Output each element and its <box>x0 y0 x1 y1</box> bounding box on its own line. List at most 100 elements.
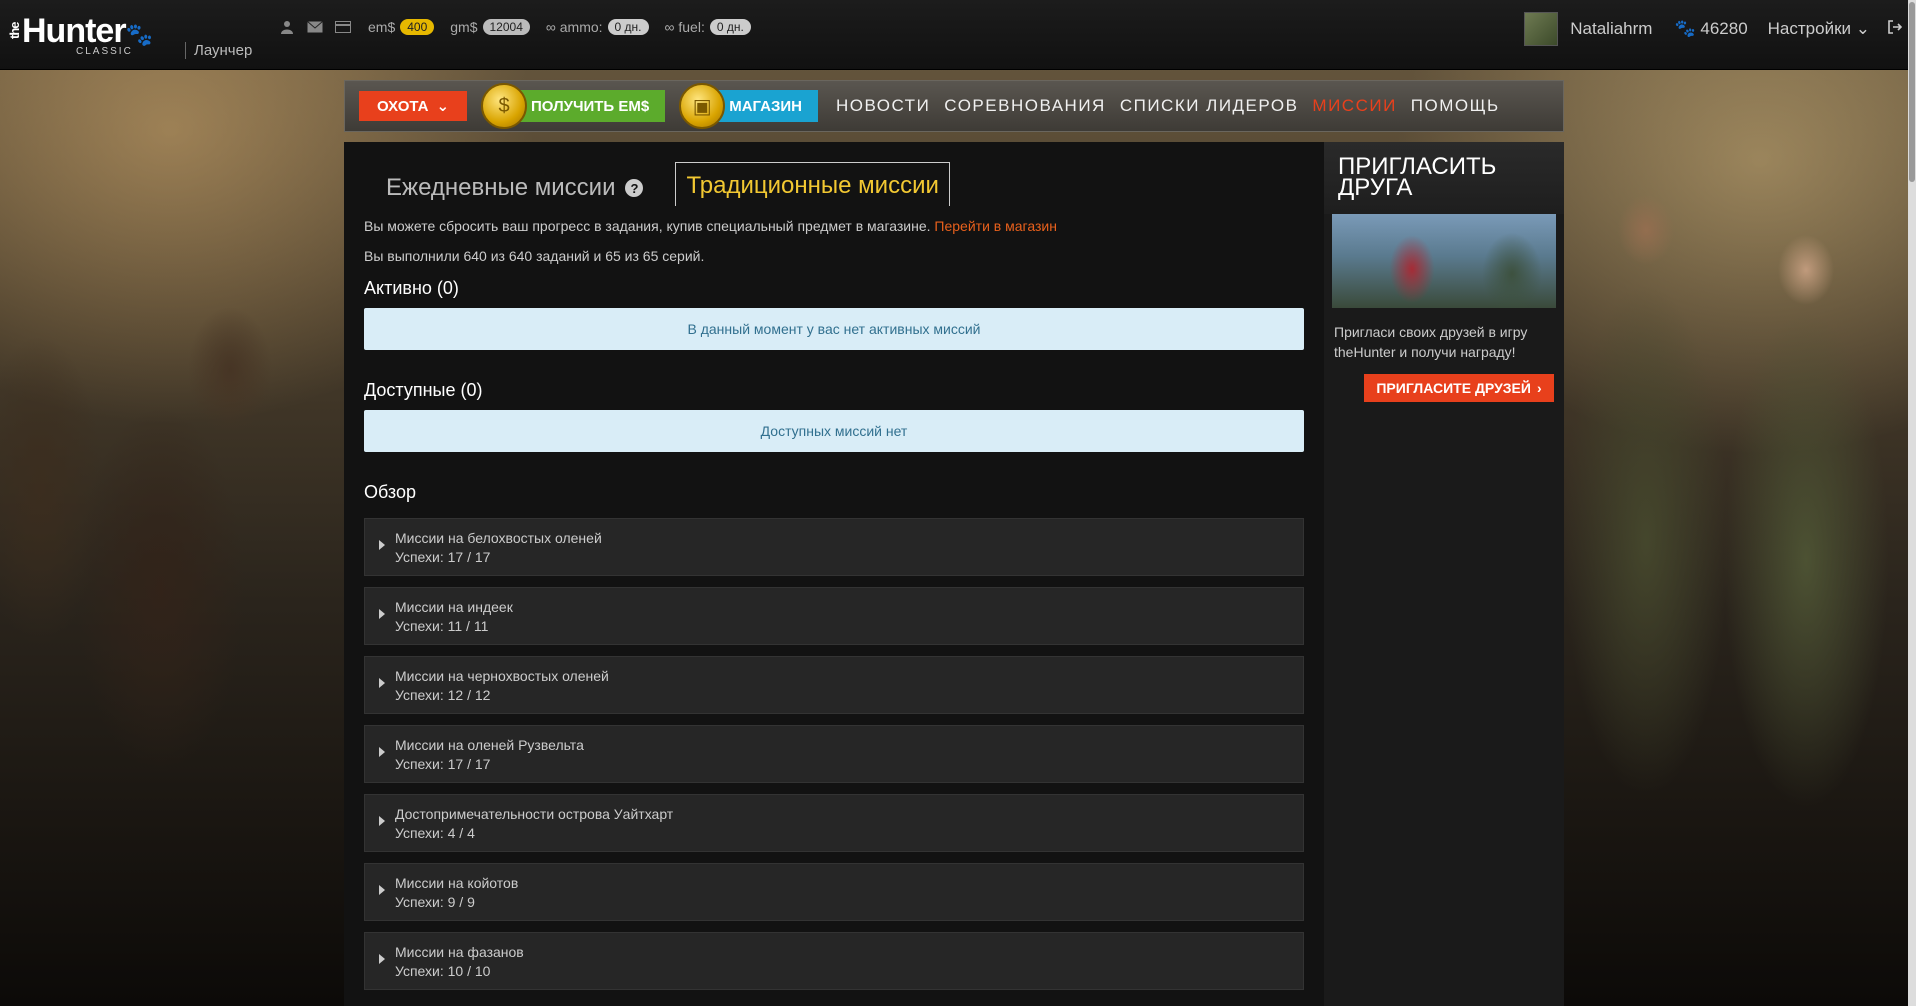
tab-traditional-missions[interactable]: Традиционные миссии <box>675 162 950 206</box>
go-to-shop-link[interactable]: Перейти в магазин <box>934 218 1057 234</box>
caret-right-icon <box>379 540 385 550</box>
mission-tabs: Ежедневные миссии ? Традиционные миссии <box>376 162 950 206</box>
mission-name: Миссии на койотов <box>395 875 519 891</box>
get-ems-button[interactable]: $ ПОЛУЧИТЬ EM$ <box>481 83 666 129</box>
reset-info: Вы можете сбросить ваш прогресс в задани… <box>364 218 1057 234</box>
mission-progress: Успехи: 10 / 10 <box>395 963 491 979</box>
list-item[interactable]: Миссии на оленей Рузвельта Успехи: 17 / … <box>364 725 1304 783</box>
overview-title: Обзор <box>364 482 416 502</box>
nav-leaderboards[interactable]: СПИСКИ ЛИДЕРОВ <box>1120 96 1299 116</box>
gm-label: gm$ <box>450 19 478 35</box>
caret-right-icon <box>379 816 385 826</box>
settings-label: Настройки <box>1767 19 1852 38</box>
ammo-status[interactable]: ∞ ammo: 0 дн. <box>546 19 649 35</box>
logo-text: Hunter <box>22 12 127 50</box>
page-scrollbar[interactable] <box>1908 0 1916 1006</box>
nav-missions[interactable]: МИССИИ <box>1312 96 1396 116</box>
ammo-label: ∞ ammo: <box>545 19 603 35</box>
completed-info: Вы выполнили 640 из 640 заданий и 65 из … <box>364 248 705 264</box>
caret-right-icon <box>379 609 385 619</box>
mission-name: Миссии на фазанов <box>395 944 524 960</box>
available-title: Доступные (0) <box>364 380 483 400</box>
fuel-status[interactable]: ∞ fuel: 0 дн. <box>665 19 751 35</box>
tab-daily-missions[interactable]: Ежедневные миссии ? <box>376 168 653 206</box>
em-label: em$ <box>368 19 396 35</box>
card-icon[interactable] <box>334 18 352 36</box>
mission-progress: Успехи: 4 / 4 <box>395 825 475 841</box>
top-status: em$ 400 gm$ 12004 ∞ ammo: 0 дн. ∞ fuel: … <box>278 18 751 36</box>
list-item[interactable]: Миссии на чернохвостых оленей Успехи: 12… <box>364 656 1304 714</box>
invite-image <box>1332 214 1556 308</box>
top-bar: theHunter🐾 CLASSIC Лаунчер em$ 400 gm$ 1… <box>0 0 1916 70</box>
nav-help[interactable]: ПОМОЩЬ <box>1411 96 1500 116</box>
help-icon[interactable]: ? <box>625 179 644 197</box>
list-item[interactable]: Миссии на фазанов Успехи: 10 / 10 <box>364 932 1304 990</box>
gm-balance: 12004 <box>482 19 530 35</box>
invite-button-label: ПРИГЛАСИТЕ ДРУЗЕЙ <box>1376 380 1531 396</box>
mission-name: Достопримечательности острова Уайтхарт <box>395 806 674 822</box>
list-item[interactable]: Миссии на белохвостых оленей Успехи: 17 … <box>364 518 1304 576</box>
list-item[interactable]: Миссии на индеек Успехи: 11 / 11 <box>364 587 1304 645</box>
caret-right-icon <box>379 954 385 964</box>
nav-news[interactable]: НОВОСТИ <box>836 96 930 116</box>
ammo-value: 0 дн. <box>607 19 649 35</box>
reset-info-text: Вы можете сбросить ваш прогресс в задани… <box>364 218 931 234</box>
logout-icon[interactable] <box>1888 19 1903 39</box>
active-empty-alert: В данный момент у вас нет активных мисси… <box>364 308 1304 350</box>
avatar[interactable] <box>1524 12 1559 46</box>
paw-points[interactable]: 🐾 46280 <box>1674 19 1747 39</box>
em-currency[interactable]: em$ 400 <box>368 19 435 35</box>
paw-points-value: 46280 <box>1700 19 1748 38</box>
list-item[interactable]: Миссии на койотов Успехи: 9 / 9 <box>364 863 1304 921</box>
user-area: Nataliahrm 🐾 46280 Настройки ⌄ <box>1524 12 1903 46</box>
list-item[interactable]: Достопримечательности острова Уайтхарт У… <box>364 794 1304 852</box>
mission-name: Миссии на оленей Рузвельта <box>395 737 584 753</box>
mission-name: Миссии на индеек <box>395 599 513 615</box>
invite-friend-panel: ПРИГЛАСИТЬ ДРУГА Пригласи своих друзей в… <box>1324 142 1564 1006</box>
mission-progress: Успехи: 12 / 12 <box>395 687 491 703</box>
chevron-down-icon: ⌄ <box>436 98 450 115</box>
deer-illustration <box>0 70 345 870</box>
fuel-value: 0 дн. <box>709 19 751 35</box>
caret-right-icon <box>379 885 385 895</box>
gm-currency[interactable]: gm$ 12004 <box>450 19 530 35</box>
mission-progress: Успехи: 9 / 9 <box>395 894 475 910</box>
active-title: Активно (0) <box>364 278 459 298</box>
mission-progress: Успехи: 17 / 17 <box>395 549 491 565</box>
chevron-down-icon: ⌄ <box>1855 19 1870 38</box>
paw-icon: 🐾 <box>1674 19 1696 38</box>
nav-competitions[interactable]: СОРЕВНОВАНИЯ <box>944 96 1106 116</box>
hunt-button[interactable]: ОХОТА ⌄ <box>359 91 468 121</box>
shop-bag-icon: ▣ <box>679 83 726 129</box>
username[interactable]: Nataliahrm <box>1570 19 1652 39</box>
caret-right-icon <box>379 747 385 757</box>
profile-icon[interactable] <box>278 18 296 36</box>
fuel-label: ∞ fuel: <box>664 19 705 35</box>
em-balance: 400 <box>400 19 435 35</box>
mission-name: Миссии на белохвостых оленей <box>395 530 602 546</box>
settings-menu[interactable]: Настройки ⌄ <box>1768 19 1870 39</box>
caret-right-icon <box>379 678 385 688</box>
logo-the: the <box>7 22 22 40</box>
tab-daily-label: Ежедневные миссии <box>386 174 616 201</box>
mission-progress: Успехи: 11 / 11 <box>395 618 489 634</box>
hunters-illustration <box>1546 110 1906 870</box>
chevron-right-icon: › <box>1536 380 1542 396</box>
coins-icon: $ <box>481 83 528 129</box>
invite-text: Пригласи своих друзей в игру theHunter и… <box>1334 324 1528 360</box>
nav-links: НОВОСТИ СОРЕВНОВАНИЯ СПИСКИ ЛИДЕРОВ МИСС… <box>836 96 1500 116</box>
logo[interactable]: theHunter🐾 CLASSIC <box>7 12 153 57</box>
mail-icon[interactable] <box>306 18 324 36</box>
shop-button[interactable]: ▣ МАГАЗИН <box>679 83 818 129</box>
paw-logo-icon: 🐾 <box>125 22 153 47</box>
invite-title: ПРИГЛАСИТЬ ДРУГА <box>1324 142 1564 214</box>
mission-progress: Успехи: 17 / 17 <box>395 756 491 772</box>
main-nav: ОХОТА ⌄ $ ПОЛУЧИТЬ EM$ ▣ МАГАЗИН НОВОСТИ… <box>344 80 1564 132</box>
get-ems-label: ПОЛУЧИТЬ EM$ <box>505 90 666 122</box>
available-empty-alert: Доступных миссий нет <box>364 410 1304 452</box>
scrollbar-thumb[interactable] <box>1909 2 1915 182</box>
launcher-link[interactable]: Лаунчер <box>185 42 252 59</box>
invite-friends-button[interactable]: ПРИГЛАСИТЕ ДРУЗЕЙ › <box>1364 374 1554 402</box>
missions-panel: Ежедневные миссии ? Традиционные миссии … <box>344 142 1324 1006</box>
hunt-label: ОХОТА <box>377 97 429 115</box>
